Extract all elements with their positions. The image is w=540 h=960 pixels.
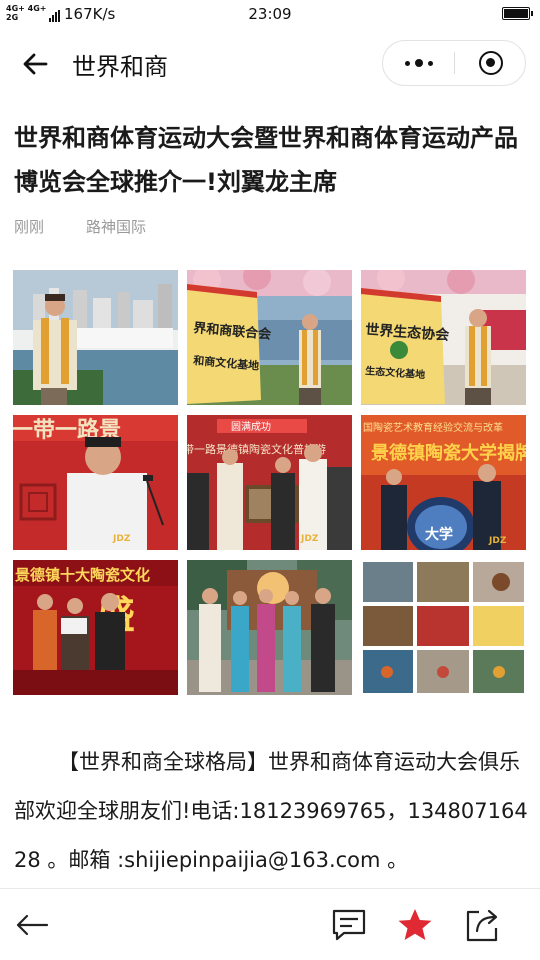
article-body: 【世界和商全球格局】世界和商体育运动大会俱乐部欢迎全球朋友们!电话:181239…	[14, 750, 528, 872]
more-button[interactable]	[383, 41, 455, 85]
capsule-divider	[454, 52, 455, 74]
photo-university-unveiling[interactable]: 国陶瓷艺术教育经验交流与改革 景德镇陶瓷大学揭牌 大学 JDZ	[361, 415, 526, 550]
photo-award-stage[interactable]: 景德镇十大陶瓷文化 盛	[13, 560, 178, 695]
photo-collage[interactable]	[361, 560, 526, 695]
article-title: 世界和商体育运动大会暨世界和商体育运动产品博览会全球推介一!刘翼龙主席	[14, 124, 518, 196]
arrow-left-icon	[23, 53, 48, 75]
watermark-6: JDZ	[488, 536, 507, 546]
photo-gift-presentation[interactable]: 圆满成功 带一路景德镇陶瓷文化普旅游 JDZ	[187, 415, 352, 550]
photo-group-qipao[interactable]	[187, 560, 352, 695]
close-button[interactable]	[479, 51, 503, 75]
article-meta: 刚刚 路神国际	[14, 216, 146, 237]
watermark-5: JDZ	[300, 534, 319, 544]
watermark-3: JDZ	[112, 534, 131, 544]
back-button[interactable]	[20, 48, 52, 80]
more-dots-icon	[405, 59, 433, 67]
navigation-bar: 世界和商	[0, 34, 540, 94]
share-icon	[466, 909, 498, 942]
photo-speaker-podium[interactable]: 一带一路景 JDZ	[13, 415, 178, 550]
status-time: 23:09	[248, 5, 292, 23]
page-title: 世界和商	[72, 53, 168, 81]
banner-text-6b: 景德镇陶瓷大学揭牌	[371, 442, 526, 464]
article-source[interactable]: 路神国际	[86, 216, 146, 237]
banner-text-7: 景德镇十大陶瓷文化	[15, 566, 150, 584]
share-button[interactable]	[464, 907, 500, 943]
photo-man-with-sign-2[interactable]: 世界生态协会 生态文化基地	[361, 270, 526, 405]
bottom-back-button[interactable]	[14, 909, 50, 941]
comment-icon	[332, 909, 366, 941]
bottom-toolbar	[0, 888, 540, 960]
publish-time: 刚刚	[14, 218, 45, 236]
banner-text-6c: 大学	[425, 526, 453, 543]
banner-text-6: 国陶瓷艺术教育经验交流与改革	[363, 421, 503, 434]
photo-man-with-sign-1[interactable]: 界和商联合会 和商文化基地	[187, 270, 352, 405]
comment-button[interactable]	[331, 908, 367, 942]
status-bar: 4G+ 4G+ 2G 167K/s 23:09	[0, 0, 540, 30]
photo-man-waterfront[interactable]	[13, 270, 178, 405]
battery-icon	[502, 7, 533, 20]
star-icon	[398, 909, 432, 940]
arrow-left-icon	[16, 914, 49, 936]
banner-text-5: 圆满成功	[231, 421, 271, 433]
favorite-button[interactable]	[396, 907, 434, 943]
mini-program-capsule	[382, 40, 526, 86]
